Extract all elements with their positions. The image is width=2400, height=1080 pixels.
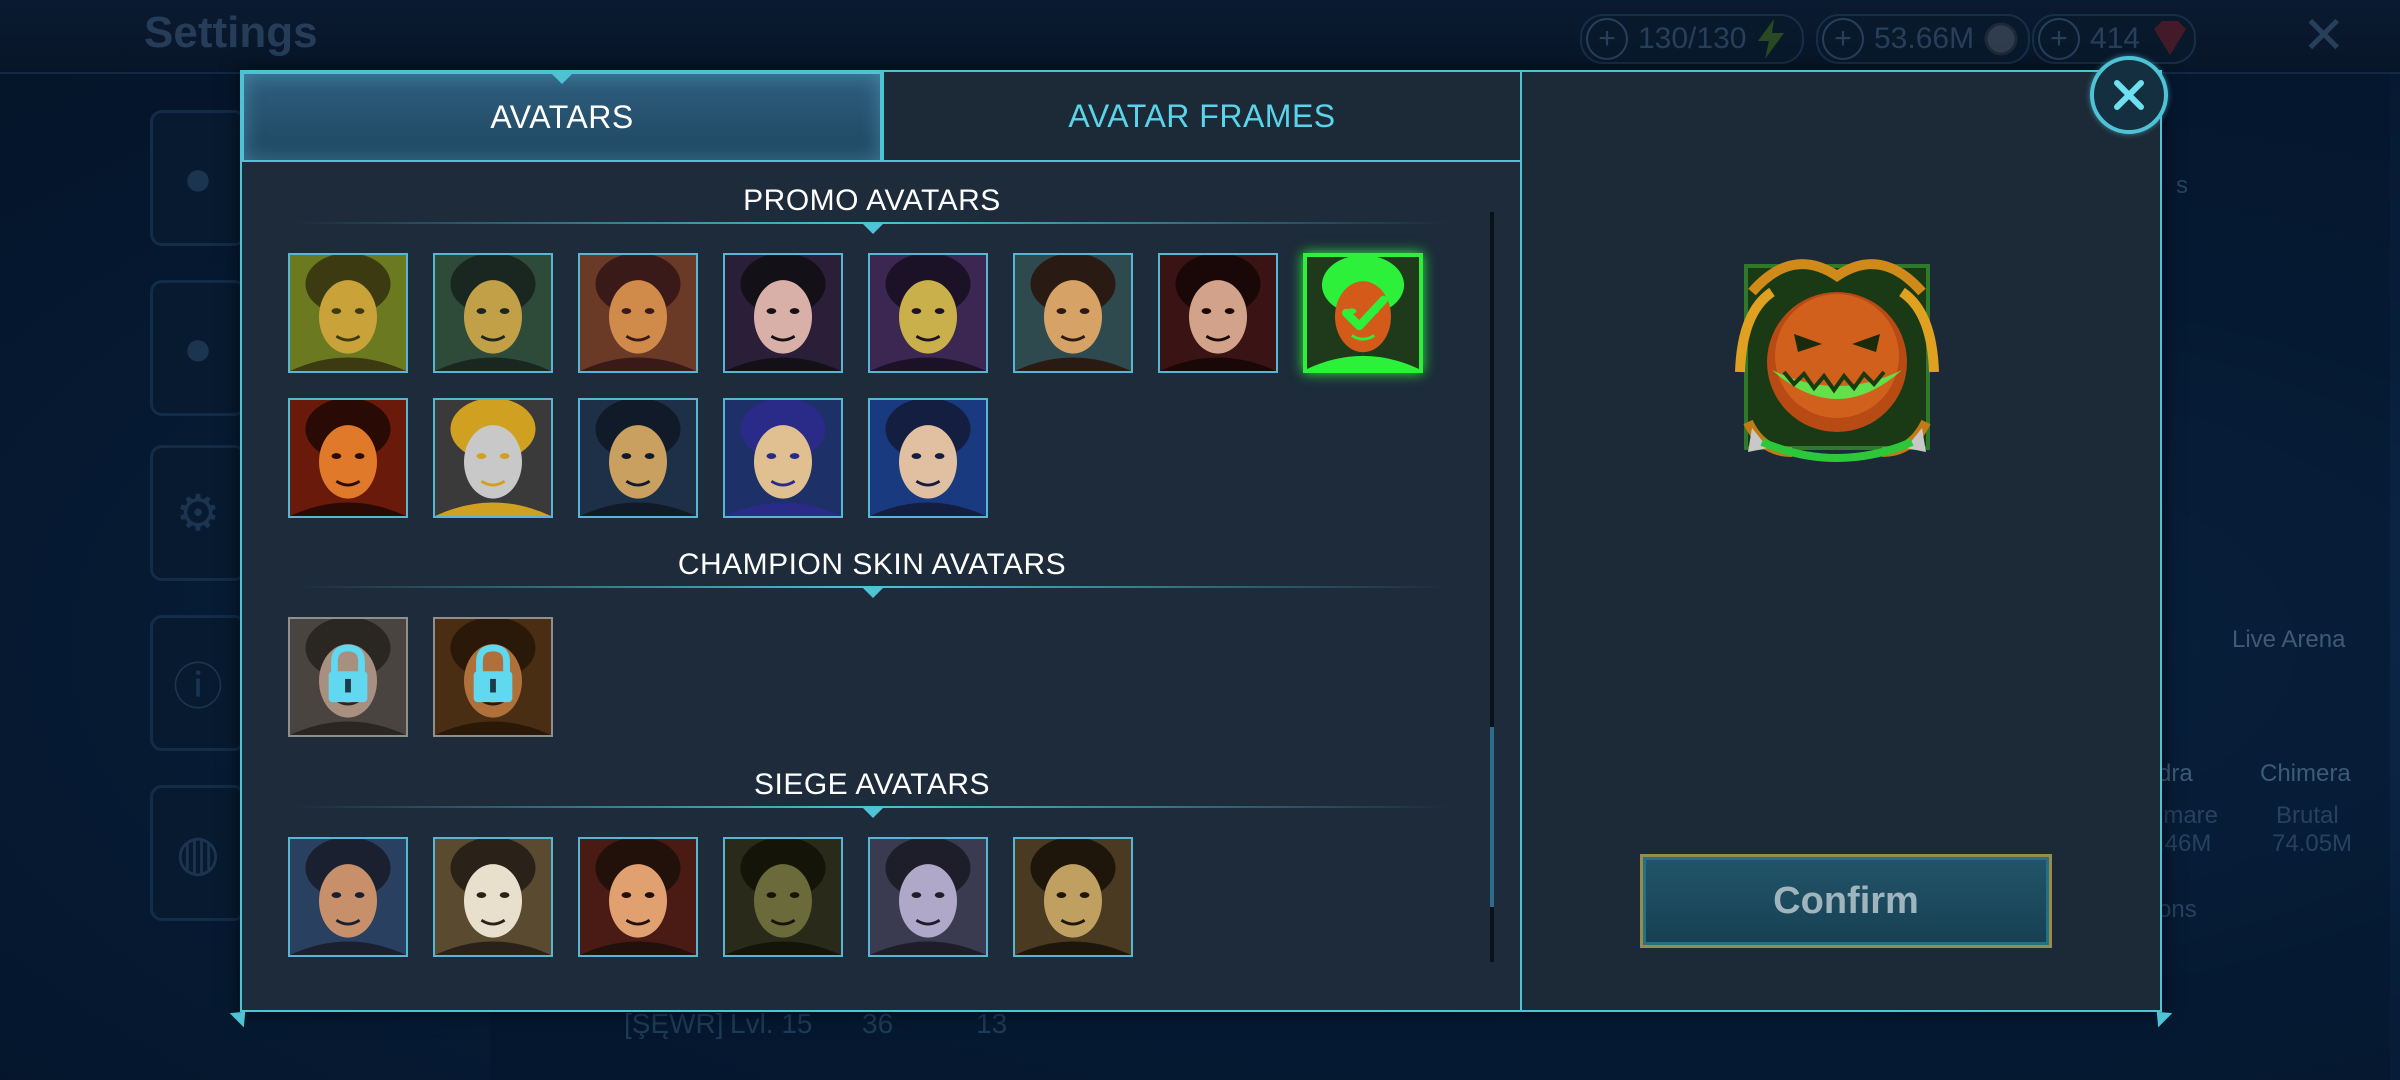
red-haired-lady-portrait-icon <box>1160 255 1276 371</box>
avatar-white-lion[interactable] <box>433 837 553 957</box>
blonde-warrior-portrait-icon <box>1015 255 1131 371</box>
gold-skull-portrait-icon <box>870 255 986 371</box>
avatar-list-scrollbar[interactable] <box>1490 212 1494 962</box>
crusader-helm-portrait-icon <box>435 400 551 516</box>
section-notch-champion-skin <box>862 587 884 598</box>
lock-icon <box>473 644 513 703</box>
turtle-face-portrait-icon <box>290 255 406 371</box>
section-notch-promo <box>862 223 884 234</box>
lock-icon <box>328 644 368 703</box>
avatar-fire-demon[interactable] <box>288 398 408 518</box>
gold-helmet-knight-portrait-icon <box>435 255 551 371</box>
avatar-locked-lady[interactable] <box>288 617 408 737</box>
avatar-bald-warrior[interactable] <box>578 253 698 373</box>
confirm-button-label: Confirm <box>1773 879 1919 922</box>
pale-dark-elf-portrait-icon <box>870 839 986 955</box>
avatar-red-haired-lady[interactable] <box>1158 253 1278 373</box>
golden-ape-portrait-icon <box>1015 839 1131 955</box>
avatar-scarred-blonde[interactable] <box>868 398 988 518</box>
section-title-siege: SIEGE AVATARS <box>753 768 990 801</box>
avatar-list-pane: AVATARS AVATAR FRAMES PROMO AVATARS CHAM… <box>242 72 1522 1010</box>
pumpkin-monster-framed-icon <box>1735 259 1939 462</box>
tab-avatars[interactable]: AVATARS <box>242 72 882 162</box>
avatar-red-queen[interactable] <box>578 837 698 957</box>
avatar-locked-beast[interactable] <box>433 617 553 737</box>
avatar-turtle-face[interactable] <box>288 253 408 373</box>
avatar-pale-dark-elf[interactable] <box>868 837 988 957</box>
avatar-dark-haired-woman[interactable] <box>723 253 843 373</box>
avatar-gold-skull[interactable] <box>868 253 988 373</box>
red-queen-portrait-icon <box>580 839 696 955</box>
scarred-blonde-portrait-icon <box>870 400 986 516</box>
avatar-preview-pane: Confirm <box>1522 72 2160 1010</box>
avatar-blonde-warrior[interactable] <box>1013 253 1133 373</box>
avatar-pumpkin-monster[interactable] <box>1303 253 1423 373</box>
section-title-champion-skin: CHAMPION SKIN AVATARS <box>677 548 1067 581</box>
tab-avatar-frames[interactable]: AVATAR FRAMES <box>882 72 1520 162</box>
avatar-green-ogre[interactable] <box>723 837 843 957</box>
bearded-soldier-portrait-icon <box>290 839 406 955</box>
blue-haired-elf-portrait-icon <box>725 400 841 516</box>
avatar-elf-king[interactable] <box>578 398 698 518</box>
confirm-button[interactable]: Confirm <box>1640 854 2052 948</box>
selected-avatar-preview <box>1732 252 1942 467</box>
white-lion-portrait-icon <box>435 839 551 955</box>
close-dialog-button[interactable] <box>2090 56 2168 134</box>
avatar-tabs: AVATARS AVATAR FRAMES <box>242 72 1520 162</box>
elf-king-portrait-icon <box>580 400 696 516</box>
tab-avatars-label: AVATARS <box>490 98 634 135</box>
green-ogre-portrait-icon <box>725 839 841 955</box>
bald-warrior-portrait-icon <box>580 255 696 371</box>
selected-check-icon <box>1342 295 1388 331</box>
section-title-promo: PROMO AVATARS <box>743 184 1001 217</box>
dark-haired-woman-portrait-icon <box>725 255 841 371</box>
avatar-crusader-helm[interactable] <box>433 398 553 518</box>
tab-active-notch <box>552 74 572 84</box>
avatar-gold-helmet-knight[interactable] <box>433 253 553 373</box>
section-notch-siege <box>862 807 884 818</box>
avatar-blue-haired-elf[interactable] <box>723 398 843 518</box>
avatar-golden-ape[interactable] <box>1013 837 1133 957</box>
avatar-bearded-soldier[interactable] <box>288 837 408 957</box>
scrollbar-thumb[interactable] <box>1490 727 1494 907</box>
fire-demon-portrait-icon <box>290 400 406 516</box>
tab-avatar-frames-label: AVATAR FRAMES <box>1068 97 1336 134</box>
close-icon <box>2114 80 2144 110</box>
avatar-selection-dialog: AVATARS AVATAR FRAMES PROMO AVATARS CHAM… <box>229 70 2173 1028</box>
